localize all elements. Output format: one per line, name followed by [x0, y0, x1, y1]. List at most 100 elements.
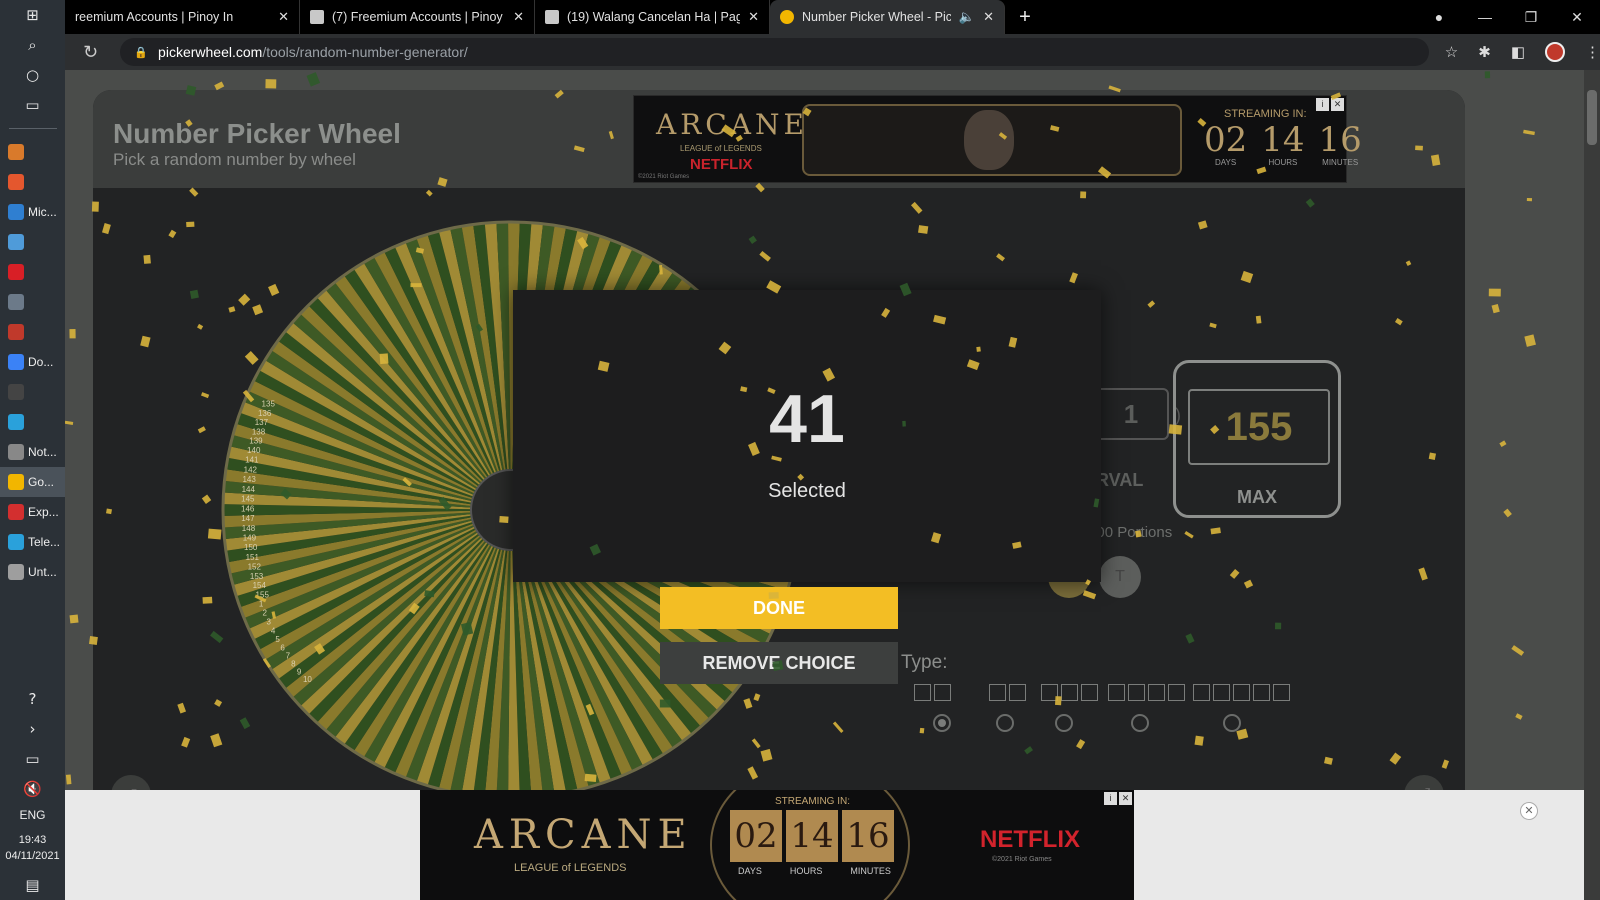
- clock[interactable]: 19:43 04/11/2021: [5, 832, 59, 864]
- browser-tab[interactable]: reemium Accounts | Pinoy In ✕: [65, 0, 300, 34]
- taskbar-app[interactable]: [0, 407, 65, 437]
- ad-artwork: [802, 104, 1182, 176]
- type-radio-3digit[interactable]: [1055, 714, 1073, 732]
- taskbar-app[interactable]: [0, 257, 65, 287]
- taskbar-app[interactable]: [0, 227, 65, 257]
- reload-icon[interactable]: ↻: [71, 42, 110, 63]
- bottom-banner-ad[interactable]: ARCANE LEAGUE of LEGENDS STREAMING IN: 0…: [420, 790, 1134, 900]
- lock-icon[interactable]: 🔒: [134, 46, 148, 59]
- restore-icon[interactable]: ❐: [1508, 9, 1554, 26]
- cortana-icon[interactable]: ○: [3, 60, 63, 90]
- tab-title: (19) Walang Cancelan Ha | Page: [567, 10, 741, 24]
- taskbar-app[interactable]: Mic...: [0, 197, 65, 227]
- confetti-piece: [69, 329, 76, 339]
- wheel-slice-label: 1: [259, 600, 264, 609]
- taskbar-app[interactable]: Not...: [0, 437, 65, 467]
- type-radio-5digit[interactable]: [1223, 714, 1241, 732]
- wheel-slice-label: 135: [262, 400, 276, 409]
- taskbar-app[interactable]: [0, 167, 65, 197]
- minimize-icon[interactable]: —: [1462, 9, 1508, 25]
- app-icon: [8, 354, 24, 370]
- task-view-icon[interactable]: ▭: [3, 90, 63, 120]
- taskbar-app[interactable]: [0, 287, 65, 317]
- close-tab-icon[interactable]: ✕: [748, 9, 759, 25]
- mute-icon[interactable]: 🔇: [3, 774, 63, 804]
- app-icon: [8, 414, 24, 430]
- type-option-range[interactable]: [914, 684, 951, 701]
- ad-close-icon[interactable]: ✕: [1119, 792, 1132, 805]
- card-header: Number Picker Wheel Pick a random number…: [93, 90, 1465, 188]
- taskbar-app[interactable]: Go...: [0, 467, 65, 497]
- wheel-slice-label: 139: [249, 437, 263, 446]
- text-format-button[interactable]: T: [1099, 556, 1141, 598]
- max-input[interactable]: 155: [1188, 389, 1330, 465]
- windows-taskbar: ⊞ ⌕ ○ ▭ Mic... Do... Not... Go... Exp... Tele…: [0, 0, 65, 900]
- clock-date: 04/11/2021: [5, 850, 60, 862]
- app-label: Go...: [28, 475, 55, 489]
- side-panel-icon[interactable]: ◧: [1511, 43, 1525, 61]
- browser-tab[interactable]: (7) Freemium Accounts | Pinoy In ✕: [300, 0, 535, 34]
- scrollbar-thumb[interactable]: [1587, 90, 1597, 145]
- min-input[interactable]: 1: [1093, 388, 1169, 440]
- kebab-menu-icon[interactable]: ⋮: [1585, 43, 1600, 61]
- ad-close-icon[interactable]: ✕: [1331, 98, 1344, 111]
- browser-tab-active[interactable]: Number Picker Wheel - Pick 🔈 ✕: [770, 0, 1005, 34]
- address-bar[interactable]: 🔒 pickerwheel.com/tools/random-number-ge…: [120, 38, 1429, 66]
- app-label: Not...: [28, 445, 57, 459]
- top-banner-ad[interactable]: ARCANE LEAGUE of LEGENDS NETFLIX ©2021 R…: [633, 95, 1362, 183]
- windows-start-icon[interactable]: ⊞: [3, 0, 63, 30]
- type-option-3digit[interactable]: [1041, 684, 1098, 701]
- close-ad-strip-icon[interactable]: ✕: [1520, 802, 1538, 820]
- wheel-slice-label: 6: [280, 643, 285, 652]
- taskbar-app[interactable]: [0, 377, 65, 407]
- taskbar-app[interactable]: Exp...: [0, 497, 65, 527]
- wheel-slice-label: 145: [241, 495, 255, 504]
- taskbar-app[interactable]: [0, 137, 65, 167]
- type-radio-4digit[interactable]: [1131, 714, 1149, 732]
- page-title: Number Picker Wheel: [113, 118, 401, 149]
- type-radio-range[interactable]: [933, 714, 951, 732]
- system-tray: ? › ▭ 🔇 ENG 19:43 04/11/2021 ▤: [0, 684, 65, 900]
- remove-choice-button[interactable]: REMOVE CHOICE: [660, 642, 898, 684]
- done-button[interactable]: DONE: [660, 587, 898, 629]
- type-radio-2digit[interactable]: [996, 714, 1014, 732]
- type-option-5digit[interactable]: [1193, 684, 1290, 701]
- close-tab-icon[interactable]: ✕: [278, 9, 289, 25]
- help-icon[interactable]: ?: [3, 684, 63, 714]
- battery-icon[interactable]: ▭: [3, 744, 63, 774]
- app-icon: [8, 474, 24, 490]
- countdown-days: 02: [730, 810, 782, 862]
- ad-tagline: LEAGUE of LEGENDS: [514, 862, 627, 874]
- wheel-slice-label: 8: [291, 660, 296, 669]
- ad-character-image: [964, 110, 1014, 170]
- extensions-icon[interactable]: ✱: [1478, 43, 1491, 61]
- type-option-2digit[interactable]: [989, 684, 1026, 701]
- confetti-piece: [1524, 334, 1536, 347]
- wheel-slice-label: 141: [245, 456, 259, 465]
- close-tab-icon[interactable]: ✕: [983, 9, 994, 25]
- page-scrollbar[interactable]: [1584, 70, 1600, 900]
- new-tab-button[interactable]: +: [1005, 0, 1045, 34]
- wheel-slice-label: 7: [286, 652, 291, 661]
- countdown-minutes: 16 MINUTES: [1318, 120, 1362, 167]
- taskbar-app[interactable]: Do...: [0, 347, 65, 377]
- search-icon[interactable]: ⌕: [3, 30, 63, 60]
- ad-info-icon[interactable]: i: [1104, 792, 1117, 805]
- taskbar-app[interactable]: [0, 317, 65, 347]
- type-option-4digit[interactable]: [1108, 684, 1185, 701]
- profile-menu-icon[interactable]: ●: [1416, 9, 1462, 25]
- speaker-icon[interactable]: 🔈: [959, 9, 975, 25]
- close-window-icon[interactable]: ✕: [1554, 9, 1600, 26]
- close-tab-icon[interactable]: ✕: [513, 9, 524, 25]
- notifications-icon[interactable]: ▤: [3, 870, 63, 900]
- countdown-units: DAYS HOURS MINUTES: [738, 866, 891, 876]
- taskbar-app[interactable]: Tele...: [0, 527, 65, 557]
- profile-avatar[interactable]: [1545, 42, 1565, 62]
- chevron-right-icon[interactable]: ›: [3, 714, 63, 744]
- ad-info-icon[interactable]: i: [1316, 98, 1329, 111]
- bookmark-star-icon[interactable]: ☆: [1445, 43, 1458, 61]
- browser-tab[interactable]: (19) Walang Cancelan Ha | Page ✕: [535, 0, 770, 34]
- language-indicator[interactable]: ENG: [19, 808, 45, 822]
- taskbar-app[interactable]: Unt...: [0, 557, 65, 587]
- confetti-piece: [214, 81, 225, 91]
